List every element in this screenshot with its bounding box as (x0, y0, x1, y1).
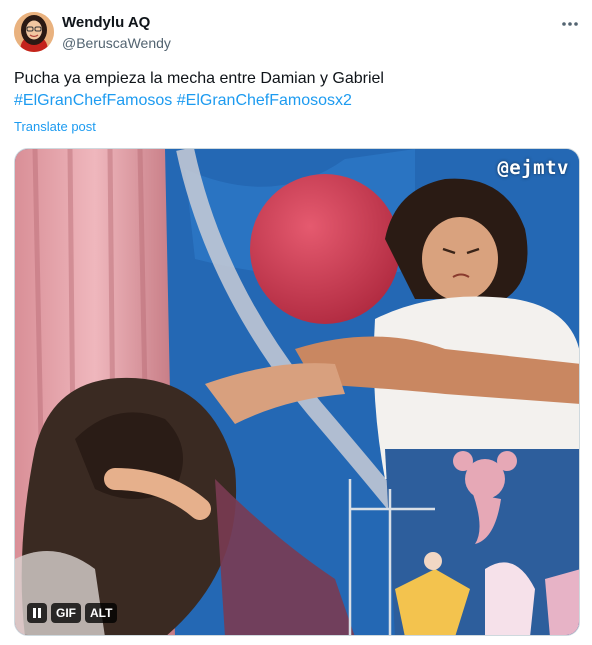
tweet-card: Wendylu AQ @BeruscaWendy Pucha ya empiez… (0, 0, 592, 645)
more-horizontal-icon (562, 22, 578, 26)
alt-text-button[interactable]: ALT (85, 603, 118, 623)
more-options-button[interactable] (556, 12, 584, 36)
pause-button[interactable] (27, 603, 47, 623)
tweet-body-text: Pucha ya empieza la mecha entre Damian y… (14, 70, 384, 87)
gif-controls: GIF ALT (27, 603, 118, 623)
gif-media[interactable]: @ejmtv GIF ALT (14, 148, 580, 636)
author-display-name[interactable]: Wendylu AQ (62, 14, 150, 32)
pause-icon (33, 608, 41, 618)
tweet-text: Pucha ya empieza la mecha entre Damian y… (14, 68, 574, 112)
tweet-hashtags: #ElGranChefFamosos #ElGranChefFamososx2 (14, 90, 574, 112)
gif-watermark: @ejmtv (497, 157, 569, 179)
hashtag-link[interactable]: #ElGranChefFamosos (14, 92, 172, 109)
avatar-image (14, 12, 54, 52)
gif-badge: GIF (51, 603, 81, 623)
avatar[interactable] (14, 12, 54, 52)
hashtag-link[interactable]: #ElGranChefFamososx2 (177, 92, 352, 109)
gif-frame (15, 149, 579, 635)
translate-post-link[interactable]: Translate post (14, 119, 96, 135)
author-handle[interactable]: @BeruscaWendy (62, 35, 171, 52)
